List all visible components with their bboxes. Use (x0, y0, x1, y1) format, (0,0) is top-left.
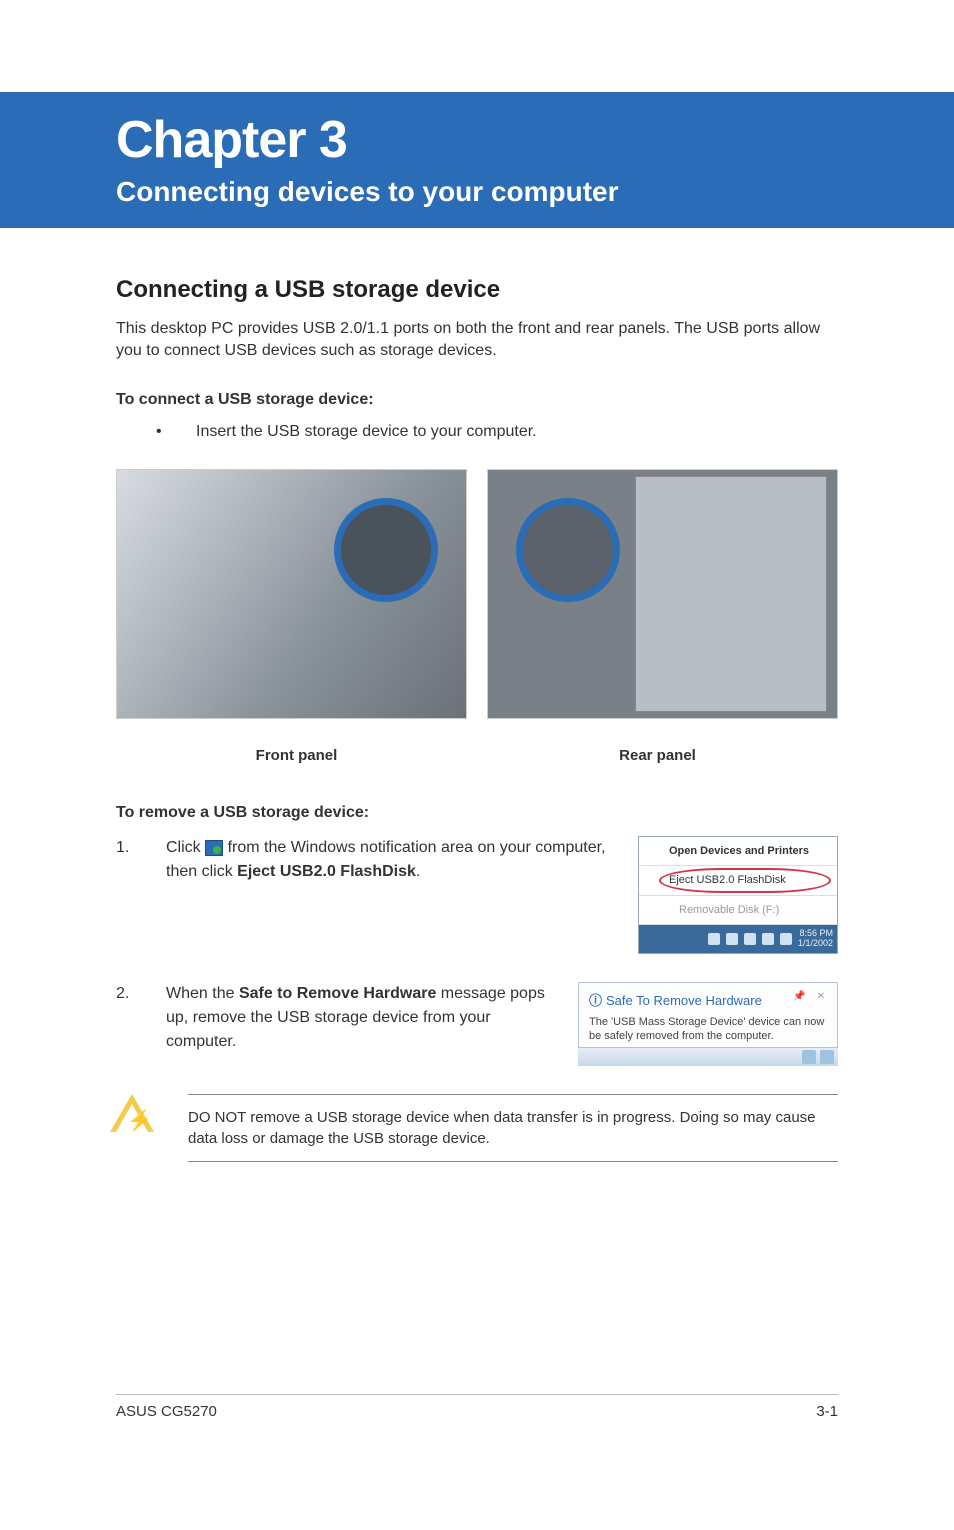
step-2-number: 2. (116, 982, 166, 1066)
footer-product: ASUS CG5270 (116, 1403, 217, 1420)
chapter-title: Chapter 3 (116, 110, 954, 170)
figure-row (116, 469, 838, 719)
warning-block: ⚡ DO NOT remove a USB storage device whe… (116, 1094, 838, 1162)
content-area: Connecting a USB storage device This des… (0, 228, 954, 1162)
eject-flashdisk-item: Eject USB2.0 FlashDisk (639, 866, 837, 896)
remove-heading: To remove a USB storage device: (116, 804, 838, 822)
eject-context-menu: Open Devices and Printers Eject USB2.0 F… (638, 836, 838, 955)
popup-tail (578, 1048, 838, 1066)
front-panel-caption: Front panel (116, 747, 477, 764)
step-1-number: 1. (116, 836, 166, 955)
warning-icon-wrap: ⚡ (110, 1094, 160, 1134)
eject-menu-figure: Open Devices and Printers Eject USB2.0 F… (638, 836, 838, 955)
footer-page: 3-1 (816, 1403, 838, 1420)
step-1-row: 1. Click from the Windows notification a… (116, 836, 838, 955)
tail-icon (802, 1050, 816, 1064)
removable-disk-item: Removable Disk (F:) (639, 896, 837, 926)
safe-remove-figure: Safe To Remove Hardware The 'USB Mass St… (578, 982, 838, 1066)
tray-icon (762, 933, 774, 945)
tray-icon (780, 933, 792, 945)
tray-icon (726, 933, 738, 945)
chapter-subtitle: Connecting devices to your computer (116, 176, 954, 208)
warning-icon: ⚡ (110, 1094, 154, 1134)
warning-text: DO NOT remove a USB storage device when … (188, 1094, 838, 1162)
tail-icon (820, 1050, 834, 1064)
taskbar-strip: 8:56 PM 1/1/2002 (639, 925, 837, 953)
step-1-text: Click from the Windows notification area… (166, 836, 638, 955)
intro-paragraph: This desktop PC provides USB 2.0/1.1 por… (116, 318, 838, 363)
page-footer: ASUS CG5270 3-1 (116, 1394, 838, 1420)
taskbar-clock: 8:56 PM 1/1/2002 (798, 929, 833, 949)
safe-popup-title: Safe To Remove Hardware (589, 991, 827, 1011)
step-2-text: When the Safe to Remove Hardware message… (166, 982, 578, 1066)
chapter-banner: Chapter 3 Connecting devices to your com… (0, 92, 954, 228)
connect-heading: To connect a USB storage device: (116, 391, 838, 409)
open-devices-item: Open Devices and Printers (639, 837, 837, 867)
safe-remove-popup: Safe To Remove Hardware The 'USB Mass St… (578, 982, 838, 1048)
connect-bullet-row: • Insert the USB storage device to your … (156, 423, 838, 441)
usb-tray-icon (205, 840, 223, 856)
safe-popup-text: The 'USB Mass Storage Device' device can… (589, 1015, 827, 1044)
step-2-row: 2. When the Safe to Remove Hardware mess… (116, 982, 838, 1066)
tray-icon (708, 933, 720, 945)
popup-close-icons (793, 989, 829, 1004)
figure-captions: Front panel Rear panel (116, 747, 838, 764)
bullet-marker: • (156, 423, 196, 441)
front-panel-illustration (116, 469, 467, 719)
section-heading: Connecting a USB storage device (116, 276, 838, 304)
rear-panel-illustration (487, 469, 838, 719)
rear-panel-caption: Rear panel (477, 747, 838, 764)
tray-icon (744, 933, 756, 945)
connect-bullet-text: Insert the USB storage device to your co… (196, 423, 537, 441)
